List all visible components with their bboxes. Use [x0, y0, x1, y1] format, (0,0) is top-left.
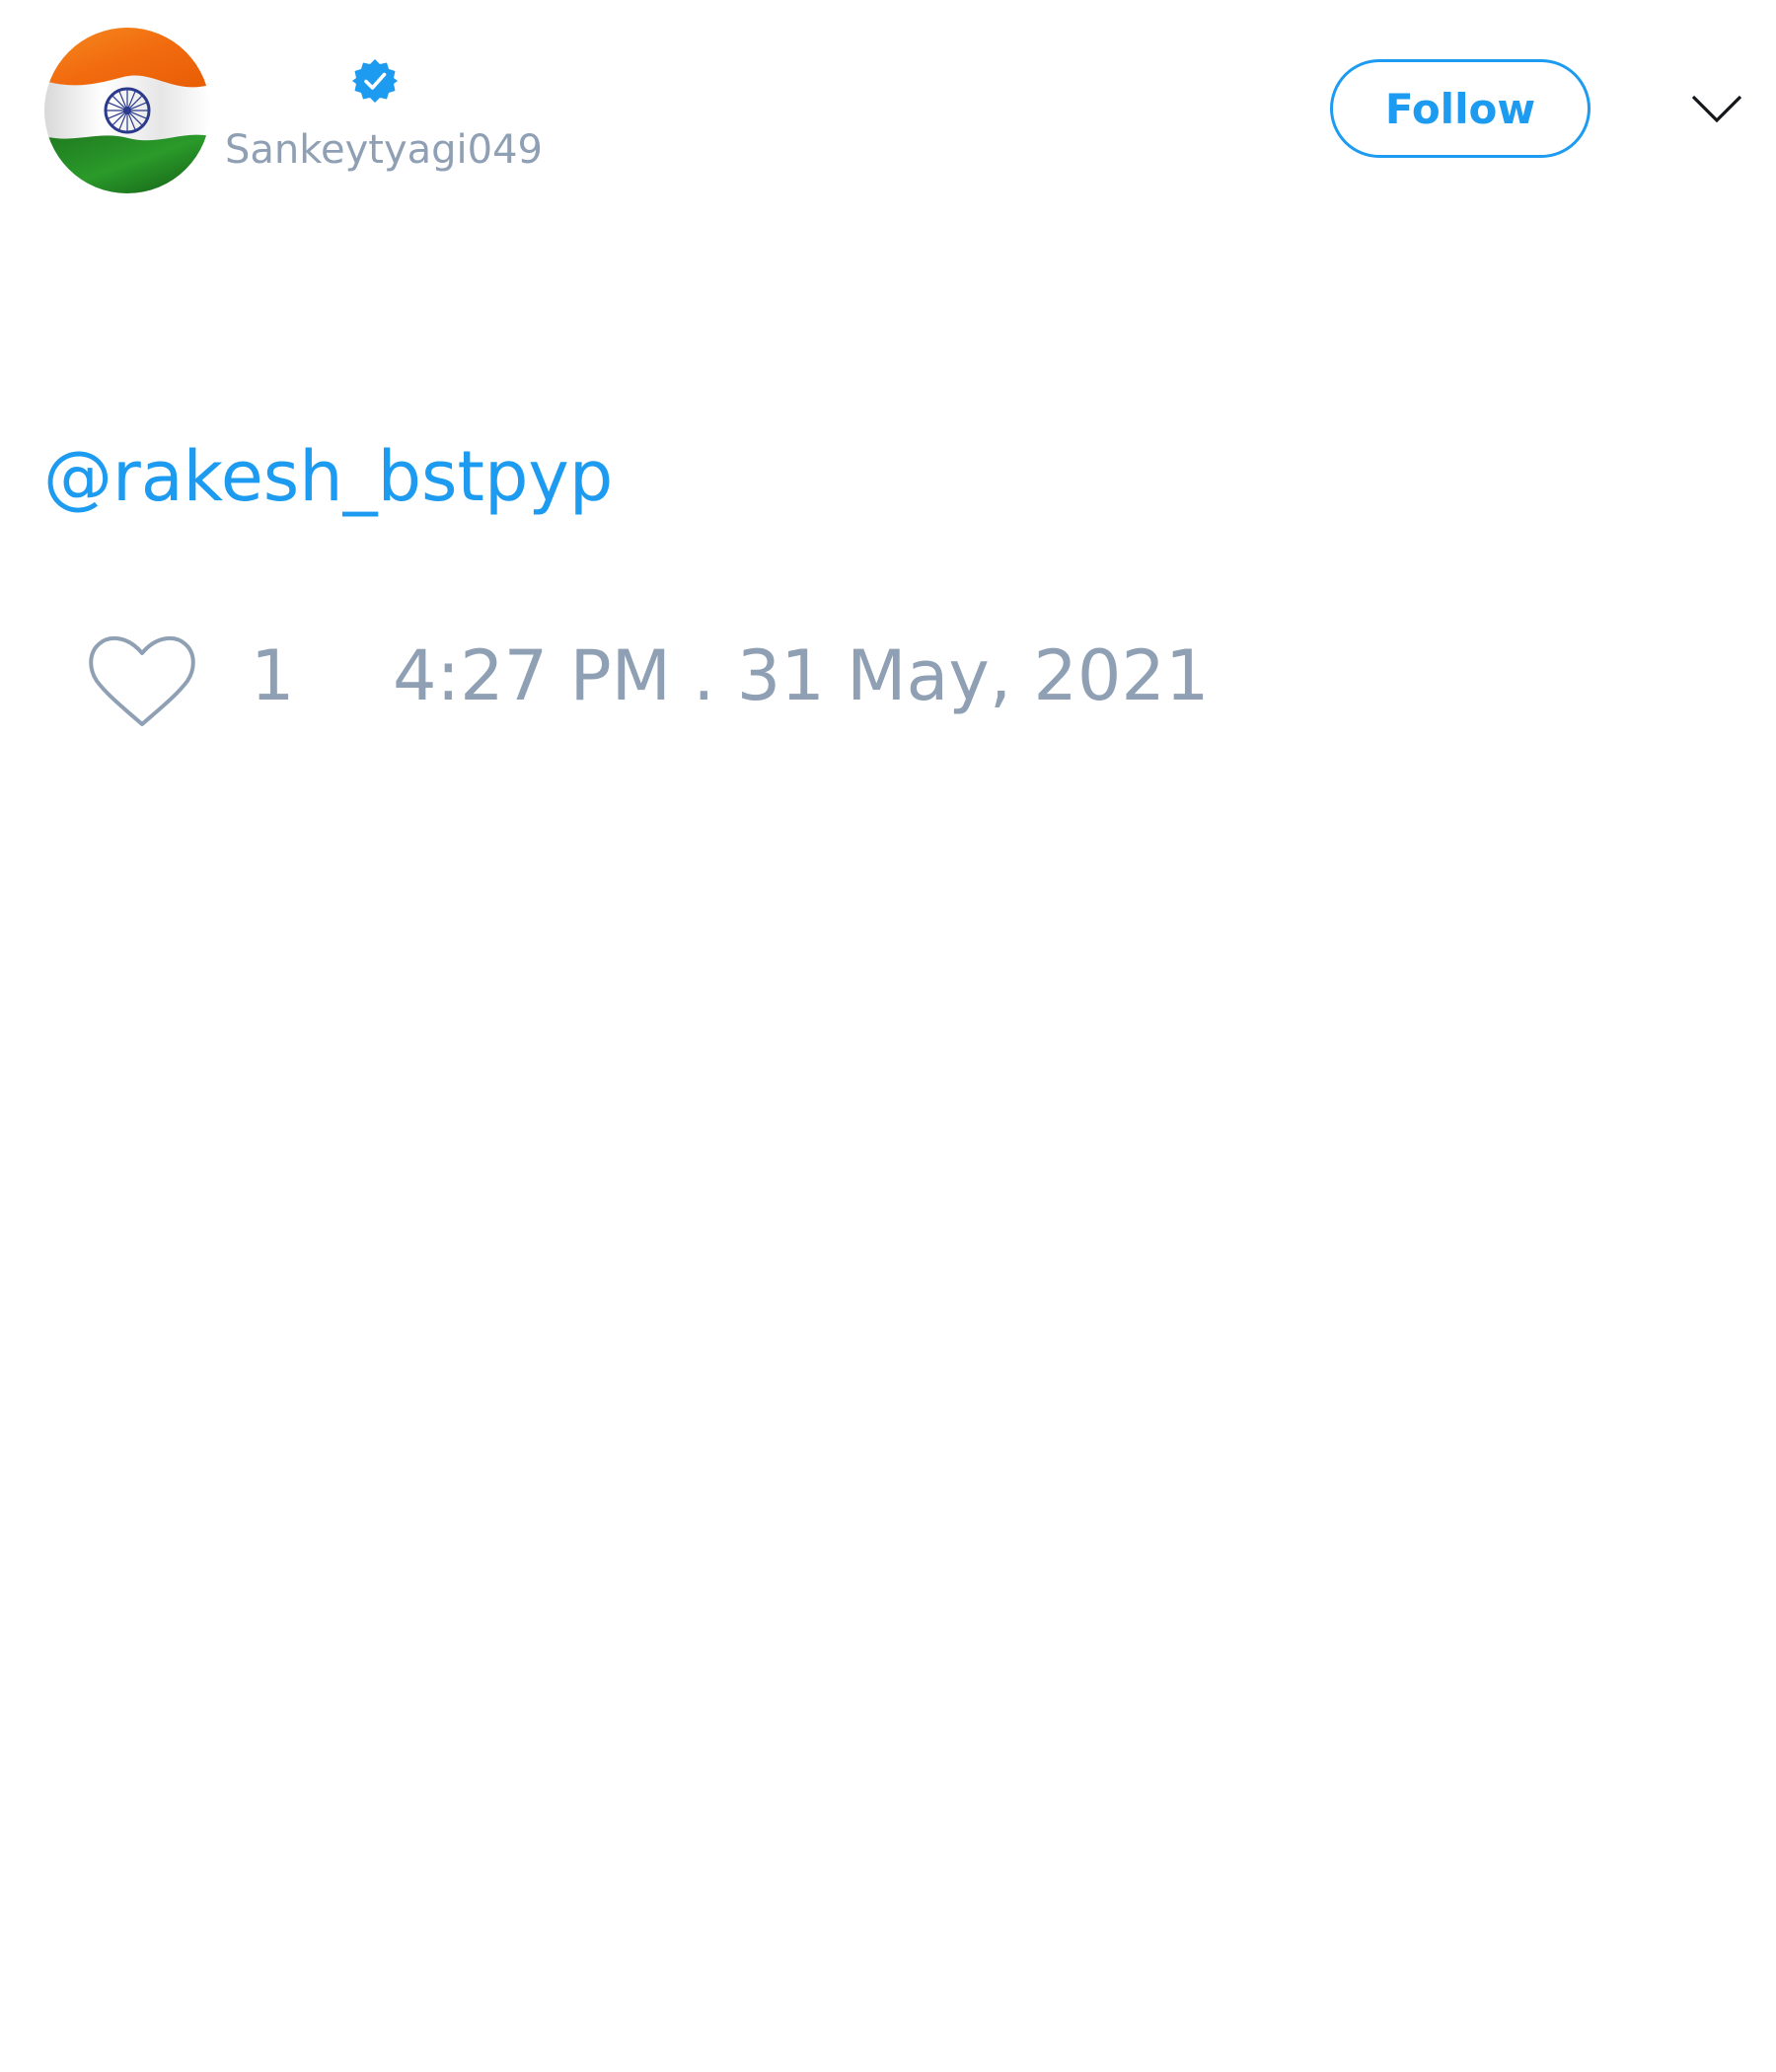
chevron-down-icon[interactable]: [1689, 89, 1744, 130]
verified-badge-icon: [351, 57, 399, 105]
tweet-footer: 1 4:27 PM . 31 May, 2021: [0, 631, 1776, 740]
india-flag-image: [44, 28, 210, 193]
heart-icon[interactable]: [87, 633, 197, 730]
avatar[interactable]: [44, 28, 210, 193]
author-handle[interactable]: Sankeytyagi049: [225, 126, 543, 174]
like-count: 1: [251, 635, 295, 716]
tweet-header: Sankeytyagi049 Follow: [0, 0, 1776, 217]
follow-button[interactable]: Follow: [1330, 59, 1591, 158]
tweet-timestamp[interactable]: 4:27 PM . 31 May, 2021: [393, 631, 1210, 720]
tweet-text[interactable]: @rakesh_bstpyp: [43, 432, 613, 521]
